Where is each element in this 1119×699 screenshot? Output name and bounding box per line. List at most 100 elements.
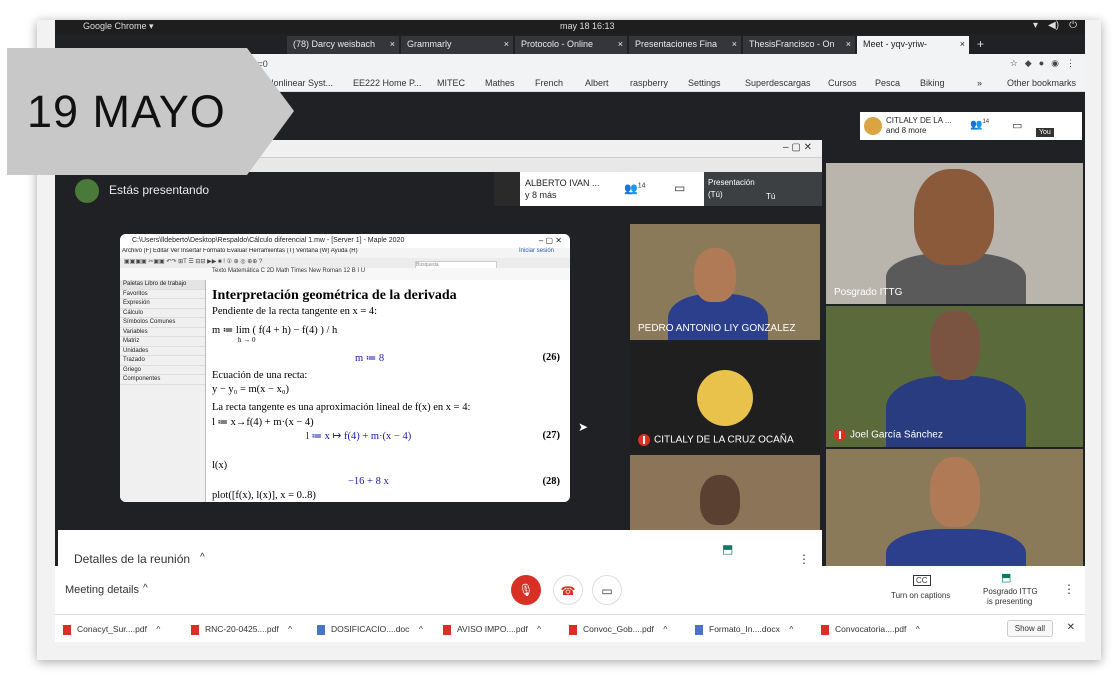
chat-icon[interactable]: ▭ (674, 181, 685, 195)
bookmark-item[interactable]: Other bookmarks (1007, 78, 1076, 88)
palette-item[interactable]: Variables (120, 328, 205, 337)
window-controls[interactable]: – ▢ ✕ (539, 236, 562, 245)
avatar (75, 179, 99, 203)
download-item[interactable]: Convoc_Gob....pdf ^ (569, 624, 667, 635)
bookmark-item[interactable]: Biking (920, 78, 945, 88)
bookmark-item[interactable]: Mathes (485, 78, 515, 88)
tab-thesis[interactable]: ThesisFrancisco - On × (743, 36, 855, 54)
maple-menubar: Archivo (F) Editar Ver Insertar Formato … (120, 248, 570, 258)
palettes-panel: Paletas Libro de trabajo Favoritos Expre… (120, 280, 206, 502)
meeting-details-button[interactable]: Meeting details (65, 584, 139, 596)
video-tile-unknown[interactable] (630, 455, 820, 530)
bookmark-item[interactable]: Pesca (875, 78, 900, 88)
download-name: RNC-20-0425....pdf (205, 624, 279, 634)
toolbar-icons[interactable]: ▣▣▣▣ ✂▣▣ ↶↷ ⊞T ☰ ⊟⊟ ▶▶ ■ ! ① ⊕ ◎ ⊕⊕ ? (124, 259, 262, 265)
chevron-up-icon[interactable]: ^ (143, 583, 148, 594)
captions-button[interactable]: Turn on captions (891, 591, 950, 600)
downloads-bar: Conacyt_Sur....pdf ^ RNC-20-0425....pdf … (55, 614, 1085, 642)
bookmark-item[interactable]: Cursos (828, 78, 857, 88)
math-output: l ≔ x ↦ f(4) + m·(x − 4) (306, 431, 412, 442)
new-tab-icon[interactable]: + (977, 37, 984, 51)
download-item[interactable]: AVISO IMPO....pdf ^ (443, 624, 541, 635)
palette-item[interactable]: Símbolos Comunes (120, 318, 205, 328)
palette-item[interactable]: Componentes (120, 375, 205, 385)
extension-icon[interactable]: ◆ (1025, 58, 1032, 69)
tab-darcy[interactable]: (78) Darcy weisbach × (287, 36, 399, 54)
palettes-header[interactable]: Paletas Libro de trabajo (120, 280, 205, 290)
close-icon[interactable]: × (390, 39, 395, 49)
close-icon[interactable]: × (846, 39, 851, 49)
clock: may 18 16:13 (560, 21, 615, 31)
participant-more: and 8 more (886, 126, 927, 135)
video-tile-citlaly[interactable]: CITLALY DE LA CRUZ OCAÑA (630, 342, 820, 452)
bookmark-item[interactable]: EE222 Home P... (353, 78, 421, 88)
tab-protocolo[interactable]: Protocolo - Online × (515, 36, 627, 54)
star-icon[interactable]: ☆ (1010, 58, 1018, 69)
math-input: plot([f(x), l(x)], x = 0..8) (212, 490, 316, 501)
maple-document[interactable]: Interpretación geométrica de la derivada… (210, 280, 568, 502)
more-icon[interactable]: ⋮ (798, 552, 810, 566)
window-controls[interactable]: – ▢ ✕ (783, 142, 812, 153)
video-tile-pedro-large[interactable] (826, 449, 1083, 566)
tab-grammarly[interactable]: Grammarly × (401, 36, 513, 54)
close-icon[interactable]: × (618, 39, 623, 49)
extension-icon[interactable]: ● (1039, 58, 1044, 69)
bookmark-item[interactable]: raspberry (630, 78, 668, 88)
math-input: m ≔ lim ( f(4 + h) − f(4) ) / h (212, 325, 338, 336)
network-icon[interactable]: ▾ (1033, 20, 1038, 31)
close-icon[interactable]: × (960, 39, 965, 49)
bookmark-item[interactable]: MITEC (437, 78, 465, 88)
participant-name: Posgrado ITTG (834, 287, 903, 298)
video-tile-pedro[interactable]: PEDRO ANTONIO LIY GONZALEZ (630, 224, 820, 340)
palette-item[interactable]: Unidades (120, 347, 205, 356)
format-controls[interactable]: Texto Matemática C 2D Math Times New Rom… (212, 268, 365, 274)
captions-icon[interactable]: CC (913, 575, 931, 586)
bookmark-more[interactable]: » (977, 78, 982, 88)
people-icon[interactable]: 👥14 (624, 182, 646, 195)
app-menu[interactable]: Google Chrome ▾ (83, 21, 154, 32)
palette-item[interactable]: Matriz (120, 337, 205, 347)
mic-off-button[interactable]: 🎙 (511, 575, 541, 605)
bookmark-item[interactable]: Settings (688, 78, 721, 88)
people-icon[interactable]: 👥14 (970, 119, 989, 130)
meet-controls-bar: Meeting details ^ 🎙 ☎ ▭ CC Turn on capti… (55, 566, 1085, 614)
chevron-up-icon[interactable]: ^ (200, 552, 205, 563)
meeting-details-inner[interactable]: Detalles de la reunión (74, 552, 190, 566)
close-icon[interactable]: ✕ (1067, 622, 1075, 633)
doc-icon (317, 624, 325, 635)
bookmark-item[interactable]: Albert (585, 78, 609, 88)
palette-item[interactable]: Favoritos (120, 290, 205, 299)
download-item[interactable]: DOSIFICACIO....doc ^ (317, 624, 423, 635)
palette-item[interactable]: Trazado (120, 356, 205, 366)
hangup-button[interactable]: ☎ (553, 575, 583, 605)
close-icon[interactable]: × (504, 39, 509, 49)
self-presentation-tile: Presentación (Tú) Tú (704, 172, 822, 206)
camera-button[interactable]: ▭ (592, 575, 622, 605)
power-icon[interactable]: ⏻ (1069, 20, 1077, 31)
volume-icon[interactable]: ◀) (1048, 20, 1059, 31)
menu-icon[interactable]: ⋮ (1066, 58, 1075, 69)
present-icon[interactable]: ⬒ (722, 542, 733, 556)
tab-meet[interactable]: Meet - yqv-yriw- × (857, 36, 969, 54)
video-tile-posgrado[interactable]: Posgrado ITTG (826, 163, 1083, 304)
palette-item[interactable]: Cálculo (120, 309, 205, 318)
download-item[interactable]: Formato_In....docx ^ (695, 624, 793, 635)
video-tile-joel[interactable]: Joel García Sánchez (826, 306, 1083, 447)
tab-presentaciones[interactable]: Presentaciones Fina × (629, 36, 741, 54)
download-item[interactable]: Conacyt_Sur....pdf ^ (63, 624, 160, 635)
present-icon[interactable]: ⬒ (1001, 571, 1011, 584)
palette-item[interactable]: Griego (120, 366, 205, 375)
bookmark-item[interactable]: Superdescargas (745, 78, 811, 88)
profile-icon[interactable]: ◉ (1051, 58, 1059, 69)
signin-link[interactable]: Iniciar sesión (519, 248, 554, 254)
maple-menu-text[interactable]: Archivo (F) Editar Ver Insertar Formato … (122, 248, 358, 254)
download-item[interactable]: RNC-20-0425....pdf ^ (191, 624, 292, 635)
more-icon[interactable]: ⋮ (1063, 582, 1075, 596)
download-item[interactable]: Convocatoria....pdf ^ (821, 624, 920, 635)
show-all-button[interactable]: Show all (1006, 620, 1053, 637)
bookmark-item[interactable]: French (535, 78, 563, 88)
close-icon[interactable]: × (732, 39, 737, 49)
chat-icon[interactable]: ▭ (1012, 119, 1022, 132)
bookmark-item[interactable]: Nonlinear Syst... (267, 78, 333, 88)
palette-item[interactable]: Expresión (120, 299, 205, 309)
